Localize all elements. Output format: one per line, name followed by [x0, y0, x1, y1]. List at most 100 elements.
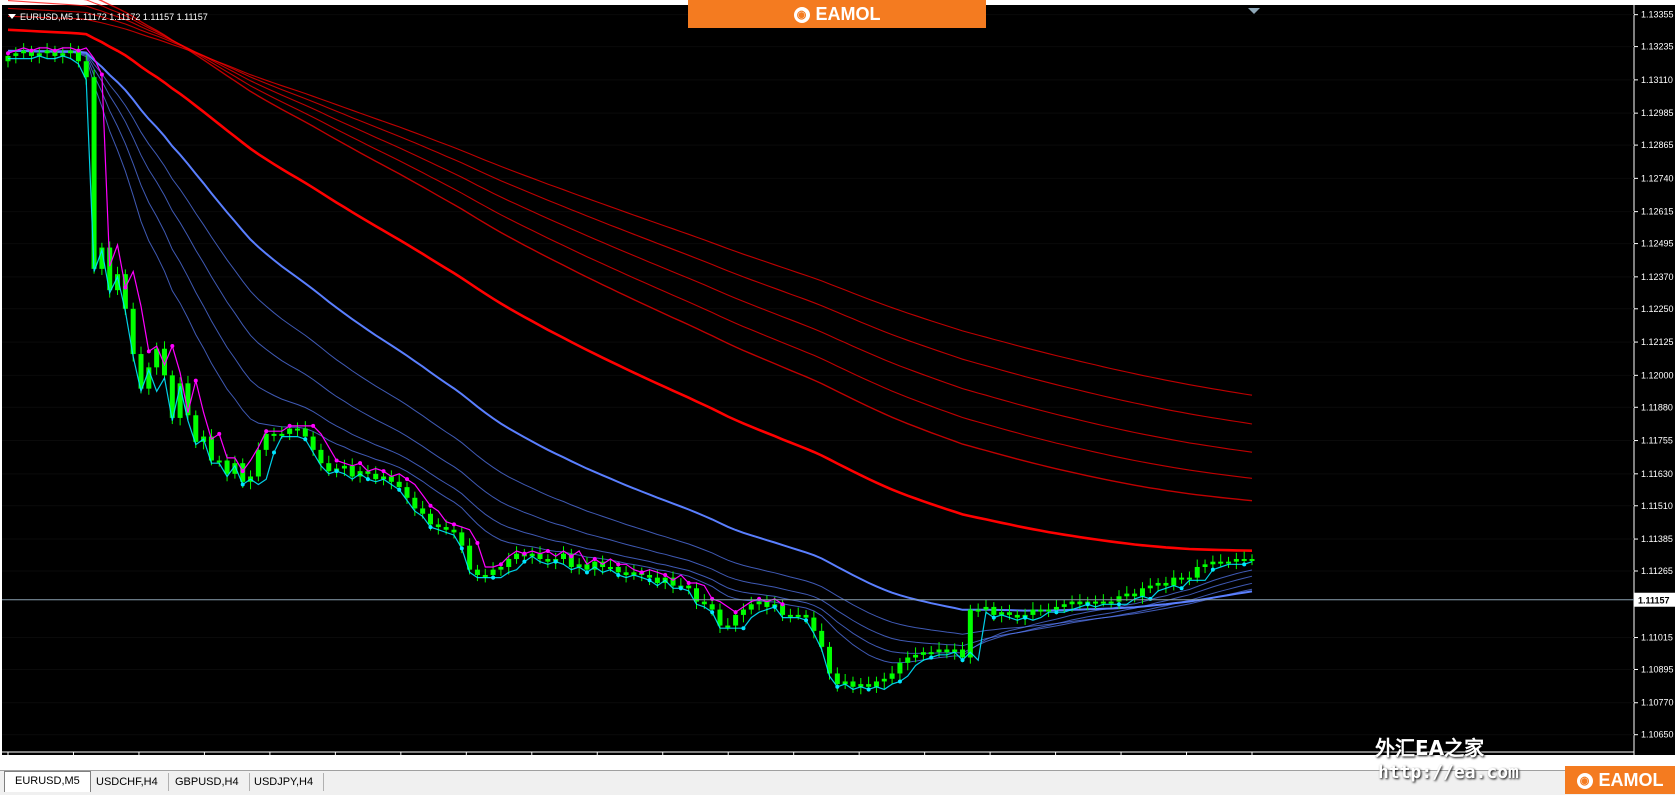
candle-body: [1139, 588, 1145, 597]
magenta-dot: [311, 423, 316, 428]
magenta-dot: [428, 503, 433, 508]
candle-body: [834, 673, 840, 685]
candle-body: [490, 569, 496, 575]
tab-eurusd-m5[interactable]: EURUSD,M5: [4, 771, 91, 792]
candle-body: [294, 428, 300, 431]
candle-body: [1069, 601, 1075, 605]
magenta-dot: [475, 541, 480, 546]
cyan-dot: [866, 687, 871, 692]
candle-body: [701, 601, 707, 605]
candle-body: [474, 569, 480, 575]
tab-gbpusd-h4[interactable]: GBPUSD,H4: [165, 773, 250, 791]
candle-body: [435, 524, 441, 528]
x-tick-label: 22 Oct 2015: [4, 756, 53, 766]
candle-body: [482, 574, 488, 577]
magenta-dot: [76, 48, 81, 53]
candle-body: [373, 473, 379, 480]
magenta-dot: [381, 469, 386, 474]
cyan-dot: [804, 618, 809, 623]
candle-body: [1218, 561, 1224, 564]
candle-body: [748, 604, 754, 610]
candle-body: [310, 436, 316, 450]
cyan-dot: [303, 437, 308, 442]
magenta-dot: [146, 349, 151, 354]
cyan-dot: [240, 482, 245, 487]
candle-body: [287, 428, 293, 434]
candle-body: [498, 566, 504, 570]
watermark-text: 外汇EA之家: [1375, 736, 1485, 760]
candle-body: [881, 678, 887, 682]
x-tick-label: 22 Oct 23:10: [855, 756, 907, 766]
y-tick-label: 1.12985: [1641, 108, 1674, 118]
candle-body: [1100, 601, 1106, 604]
candle-body: [1046, 609, 1052, 612]
x-tick-label: 22 Oct 13:35: [200, 756, 252, 766]
x-tick-label: 22 Oct 12:15: [69, 756, 121, 766]
y-tick-label: 1.12740: [1641, 173, 1674, 183]
x-tick-label: 23 Oct 01:50: [1117, 756, 1169, 766]
x-tick-label: 22 Oct 14:55: [331, 756, 383, 766]
candle-body: [1093, 601, 1099, 604]
candle-body: [13, 53, 19, 56]
candle-body: [420, 508, 426, 514]
cyan-dot: [428, 525, 433, 530]
tab-usdchf-h4[interactable]: USDCHF,H4: [86, 773, 169, 791]
y-tick-label: 1.12495: [1641, 239, 1674, 249]
price-chart[interactable]: 1.13355 1.13235 1.13110 1.12985 1.12865 1.127…: [0, 0, 1675, 770]
candle-body: [787, 614, 793, 617]
candle-body: [68, 50, 74, 54]
candle-body: [897, 662, 903, 674]
x-tick-label: 22 Oct 17:35: [593, 756, 645, 766]
candle-body: [936, 649, 942, 653]
candle-body: [560, 553, 566, 560]
cyan-dot: [616, 572, 621, 577]
current-price-label: 1.11157: [1638, 596, 1670, 606]
y-tick-label: 1.11015: [1641, 633, 1673, 643]
candle-body: [1014, 614, 1020, 618]
cyan-dot: [1148, 596, 1153, 601]
candle-body: [960, 649, 966, 658]
candle-body: [44, 50, 50, 54]
candle-body: [607, 566, 613, 569]
candle-body: [545, 559, 551, 562]
brand-logo-top: ◉ EAMOL: [688, 0, 986, 28]
candle-body: [1061, 604, 1067, 607]
x-tick-label: 23 Oct 03:10: [1248, 756, 1300, 766]
cyan-dot: [553, 559, 558, 564]
cyan-dot: [960, 658, 965, 663]
candle-body: [725, 625, 731, 628]
candle-body: [302, 428, 308, 437]
candle-body: [1147, 585, 1153, 589]
cyan-dot: [272, 450, 277, 455]
candle-body: [975, 609, 981, 612]
magenta-dot: [29, 48, 34, 53]
magenta-dot: [522, 551, 527, 556]
cyan-dot: [647, 578, 652, 583]
y-tick-label: 1.12125: [1641, 337, 1674, 347]
magenta-dot: [569, 554, 574, 559]
x-tick-label: 22 Oct 16:15: [462, 756, 514, 766]
x-tick-label: 22 Oct 23:50: [921, 756, 973, 766]
x-tick-label: 22 Oct 15:35: [397, 756, 449, 766]
candle-body: [326, 463, 332, 472]
magenta-dot: [217, 431, 222, 436]
y-tick-label: 1.10650: [1641, 730, 1674, 740]
candle-body: [928, 652, 934, 655]
candle-body: [623, 572, 629, 575]
candle-body: [404, 487, 410, 498]
magenta-dot: [358, 461, 363, 466]
x-tick-label: 22 Oct 14:15: [266, 756, 318, 766]
magenta-dot: [545, 549, 550, 554]
magenta-dot: [663, 572, 668, 577]
magenta-dot: [616, 562, 621, 567]
magenta-dot: [451, 522, 456, 527]
candle-body: [1179, 577, 1185, 580]
brand-logo-icon: ◉: [1576, 773, 1593, 790]
cyan-dot: [1054, 610, 1059, 615]
y-tick-label: 1.13355: [1641, 10, 1674, 20]
candle-body: [740, 609, 746, 615]
candle-body: [396, 481, 402, 488]
tab-usdjpy-h4[interactable]: USDJPY,H4: [244, 773, 325, 791]
symbol-info: EURUSD,M5 1.11172 1.11172 1.11157 1.1115…: [20, 12, 208, 22]
candle-body: [1116, 596, 1122, 602]
